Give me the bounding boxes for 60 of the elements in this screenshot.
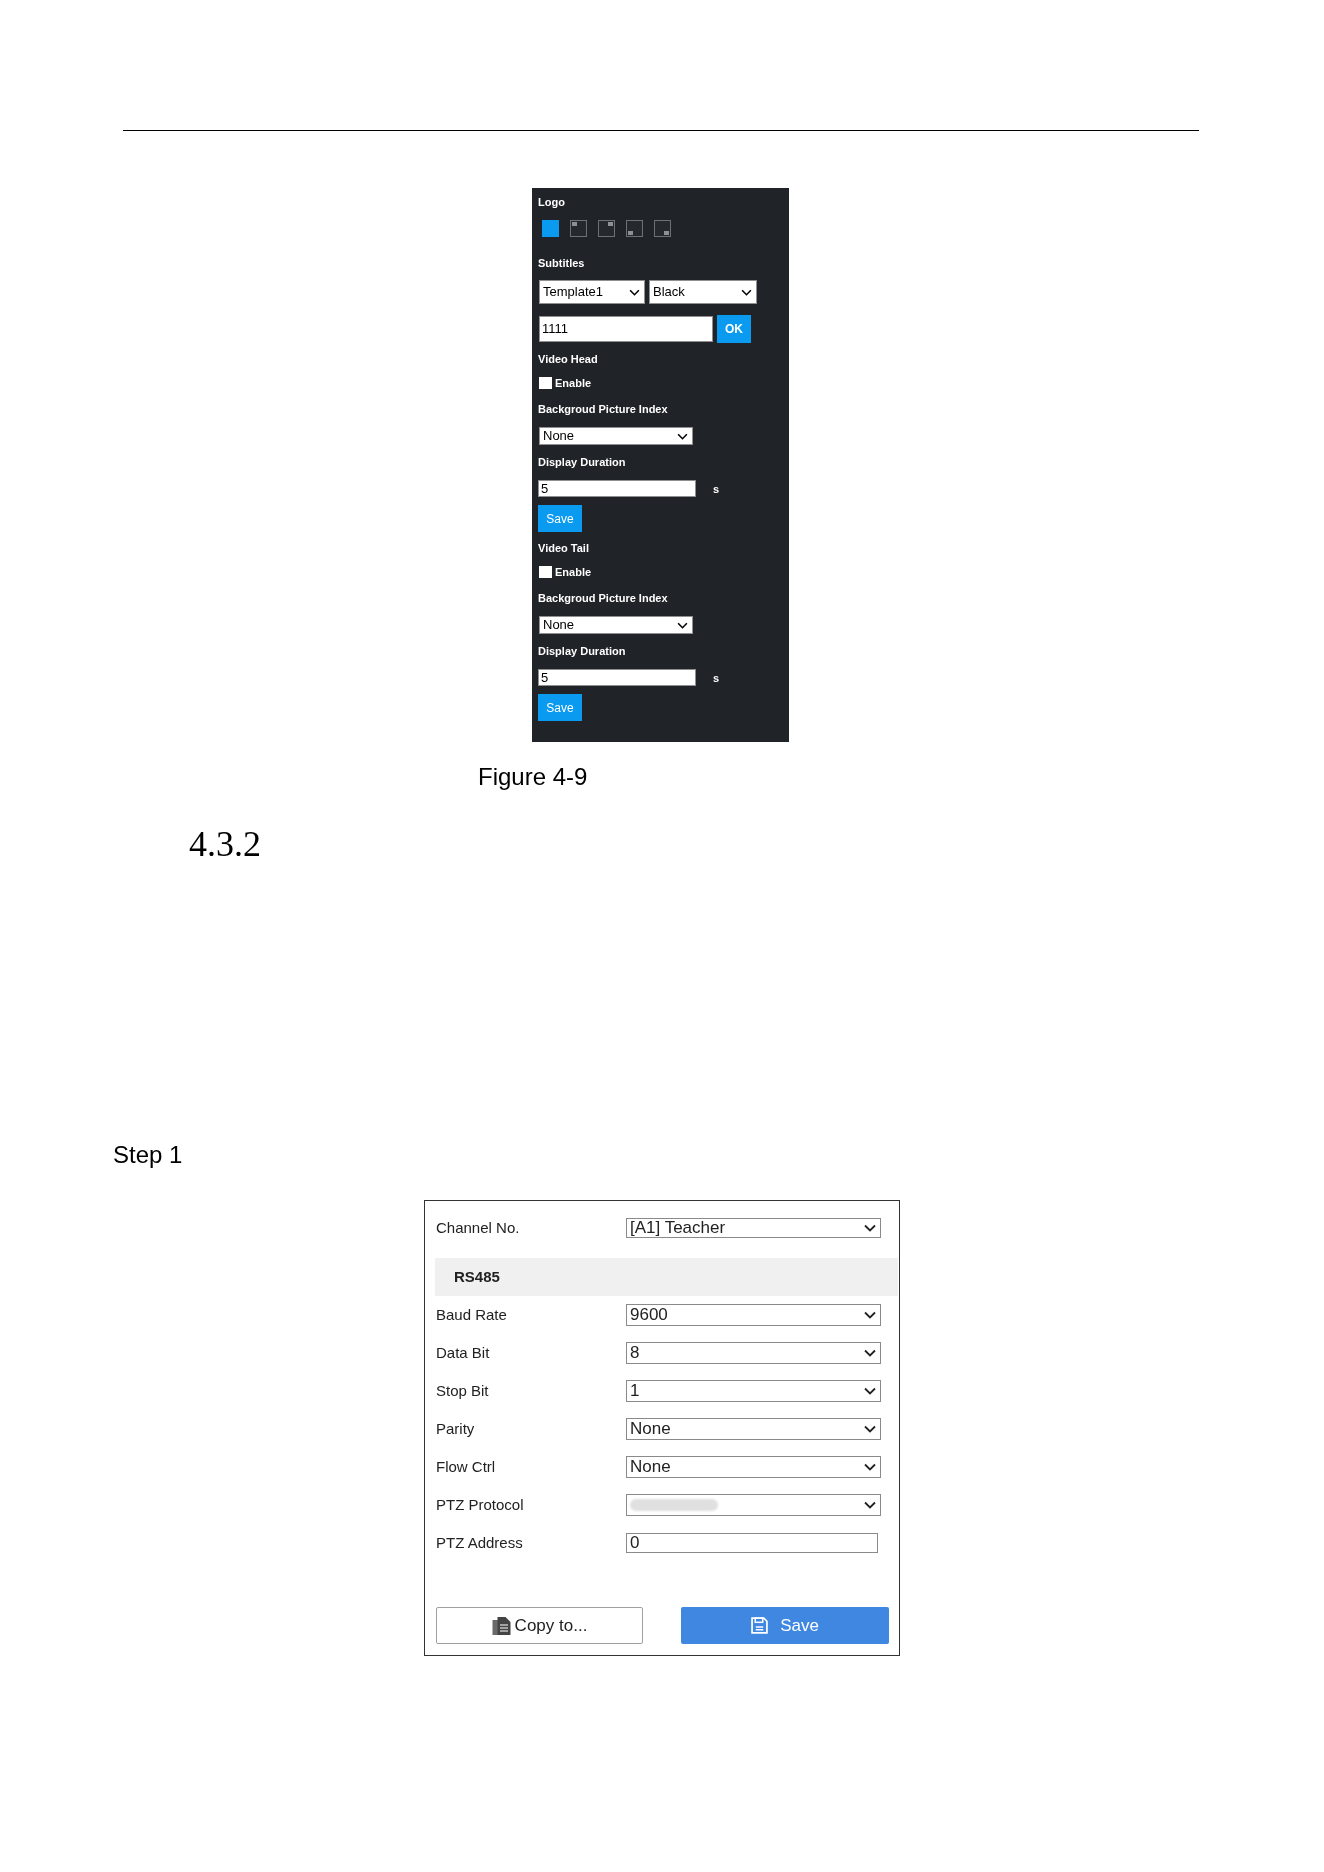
unit-label: s (713, 481, 720, 496)
save-button[interactable]: Save (681, 1607, 889, 1644)
field-label: Stop Bit (436, 1382, 489, 1400)
field-label: PTZ Protocol (436, 1496, 524, 1514)
section-label: Subtitles (538, 256, 585, 270)
dropdown[interactable]: 8 (626, 1342, 881, 1364)
chevron-down-icon (864, 1463, 876, 1471)
text-field[interactable]: 0 (626, 1533, 878, 1553)
dropdown[interactable]: None (539, 616, 693, 634)
subtitle-text-field[interactable]: 1111 (539, 316, 713, 342)
logo-position-icon[interactable] (654, 220, 671, 237)
chevron-down-icon (864, 1387, 876, 1395)
dropdown[interactable]: None (626, 1456, 881, 1478)
dropdown[interactable]: Black (649, 280, 757, 304)
section-label: Logo (538, 195, 565, 209)
field-label: Display Duration (538, 455, 626, 469)
checkbox-label: Enable (555, 565, 592, 579)
dropdown[interactable]: 9600 (626, 1304, 881, 1326)
copy-icon (491, 1616, 511, 1635)
chevron-down-icon (864, 1501, 876, 1509)
section-label: Video Tail (538, 541, 589, 555)
field-label: Parity (436, 1420, 475, 1438)
chevron-down-icon (864, 1349, 876, 1357)
chevron-down-icon (741, 288, 752, 296)
dropdown[interactable]: None (539, 427, 693, 445)
logo-position-icon[interactable] (570, 220, 587, 237)
field-label: Channel No. (436, 1219, 520, 1237)
dropdown[interactable]: [A1] Teacher (626, 1218, 881, 1238)
field-label: Data Bit (436, 1344, 490, 1362)
dropdown[interactable]: Template1 (539, 280, 645, 304)
checkbox[interactable] (539, 566, 552, 578)
chevron-down-icon (677, 432, 688, 440)
save-icon (751, 1617, 769, 1634)
dropdown[interactable] (626, 1494, 881, 1516)
dropdown[interactable]: None (626, 1418, 881, 1440)
duration-field[interactable]: 5 (538, 480, 696, 497)
field-label: PTZ Address (436, 1534, 523, 1552)
field-label: Backgroud Picture Index (538, 402, 668, 416)
chevron-down-icon (864, 1311, 876, 1319)
logo-position-icon[interactable] (626, 220, 643, 237)
unit-label: s (713, 670, 720, 685)
section-number: 4.3.2 (189, 824, 261, 864)
field-label: Backgroud Picture Index (538, 591, 668, 605)
step-label: Step 1 (113, 1141, 183, 1169)
chevron-down-icon (864, 1224, 876, 1232)
chevron-down-icon (864, 1425, 876, 1433)
section-label: Video Head (538, 352, 598, 366)
field-label: Display Duration (538, 644, 626, 658)
chevron-down-icon (629, 288, 640, 296)
field-label: Baud Rate (436, 1306, 507, 1324)
field-label: Flow Ctrl (436, 1458, 496, 1476)
figure-caption: Figure 4-9 (478, 763, 588, 791)
logo-position-icon[interactable] (598, 220, 615, 237)
checkbox[interactable] (539, 377, 552, 389)
checkbox-label: Enable (555, 376, 592, 390)
copy-button[interactable]: Copy to... (436, 1607, 643, 1644)
dropdown[interactable]: 1 (626, 1380, 881, 1402)
duration-field[interactable]: 5 (538, 669, 696, 686)
chevron-down-icon (677, 621, 688, 629)
section-header: RS485 (435, 1258, 898, 1296)
